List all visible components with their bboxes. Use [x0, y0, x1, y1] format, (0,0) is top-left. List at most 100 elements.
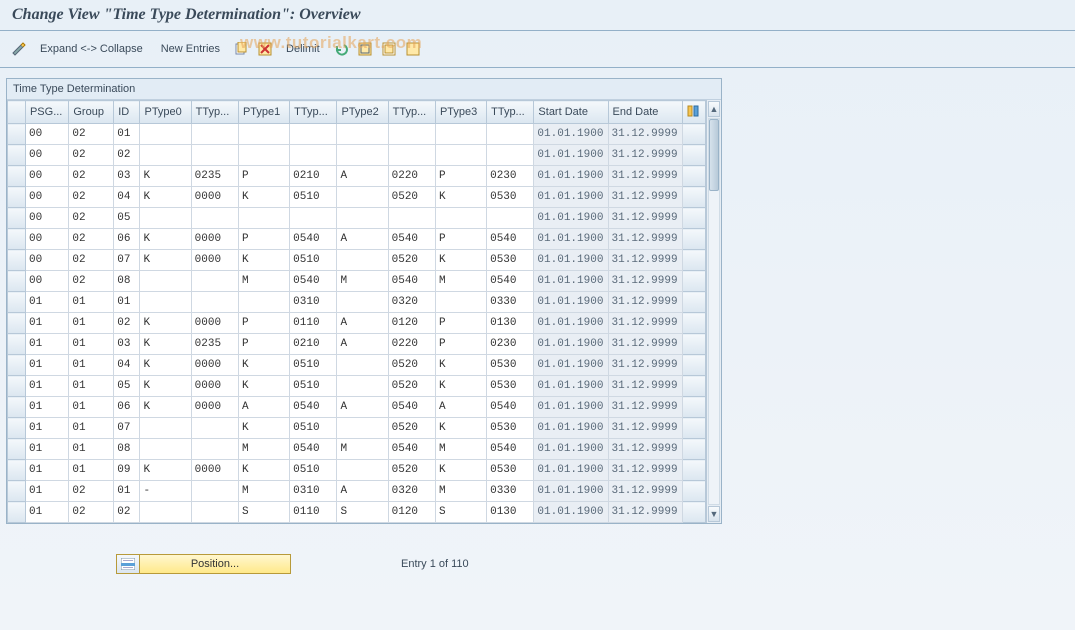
cell-tt1[interactable]: 0540 [290, 397, 337, 418]
cell-pt3[interactable]: K [435, 355, 486, 376]
cell-id[interactable]: 06 [114, 397, 140, 418]
cell-sd[interactable]: 01.01.1900 [534, 187, 608, 208]
cell-ed[interactable]: 31.12.9999 [608, 187, 682, 208]
cell-id[interactable]: 07 [114, 418, 140, 439]
cell-id[interactable]: 03 [114, 166, 140, 187]
cell-tt1[interactable]: 0310 [290, 292, 337, 313]
cell-tt2[interactable]: 0520 [388, 250, 435, 271]
cell-grp[interactable]: 01 [69, 355, 114, 376]
cell-pt2[interactable]: M [337, 439, 388, 460]
cell-pt3[interactable]: S [435, 502, 486, 523]
scroll-track[interactable] [708, 118, 720, 505]
cell-sd[interactable]: 01.01.1900 [534, 376, 608, 397]
table-row[interactable]: 00020501.01.190031.12.9999 [8, 208, 706, 229]
cell-tt0[interactable] [191, 124, 238, 145]
cell-psg[interactable]: 01 [25, 313, 68, 334]
cell-pt3[interactable]: K [435, 418, 486, 439]
cell-sd[interactable]: 01.01.1900 [534, 250, 608, 271]
position-button[interactable]: Position... [116, 554, 291, 574]
cell-tt1[interactable]: 0540 [290, 439, 337, 460]
cell-sd[interactable]: 01.01.1900 [534, 208, 608, 229]
cell-id[interactable]: 01 [114, 481, 140, 502]
row-marker[interactable] [8, 334, 26, 355]
cell-pt2[interactable]: A [337, 166, 388, 187]
table-row[interactable]: 000206K0000P0540A0540P054001.01.190031.1… [8, 229, 706, 250]
cell-tt0[interactable] [191, 271, 238, 292]
cell-ed[interactable]: 31.12.9999 [608, 271, 682, 292]
row-marker[interactable] [8, 376, 26, 397]
cell-psg[interactable]: 00 [25, 250, 68, 271]
cell-pt0[interactable]: - [140, 481, 191, 502]
table-row[interactable]: 010202S0110S0120S013001.01.190031.12.999… [8, 502, 706, 523]
cell-tt1[interactable]: 0510 [290, 460, 337, 481]
cell-pt1[interactable] [238, 208, 289, 229]
scroll-down-icon[interactable]: ▼ [708, 506, 720, 522]
cell-tt0[interactable] [191, 292, 238, 313]
table-row[interactable]: 000204K0000K05100520K053001.01.190031.12… [8, 187, 706, 208]
cell-pt2[interactable] [337, 145, 388, 166]
cell-tt0[interactable]: 0000 [191, 397, 238, 418]
cell-pt3[interactable]: P [435, 166, 486, 187]
cell-pt0[interactable] [140, 145, 191, 166]
cell-psg[interactable]: 01 [25, 397, 68, 418]
cell-tt1[interactable]: 0210 [290, 334, 337, 355]
cell-ed[interactable]: 31.12.9999 [608, 166, 682, 187]
cell-grp[interactable]: 02 [69, 166, 114, 187]
cell-tt0[interactable]: 0235 [191, 166, 238, 187]
table-row[interactable]: 010105K0000K05100520K053001.01.190031.12… [8, 376, 706, 397]
cell-grp[interactable]: 01 [69, 397, 114, 418]
cell-tt1[interactable]: 0540 [290, 271, 337, 292]
cell-pt2[interactable]: S [337, 502, 388, 523]
cell-ed[interactable]: 31.12.9999 [608, 439, 682, 460]
cell-ed[interactable]: 31.12.9999 [608, 481, 682, 502]
cell-psg[interactable]: 01 [25, 292, 68, 313]
delimit-button[interactable]: Delimit [280, 41, 326, 57]
undo-icon[interactable] [332, 40, 350, 58]
cell-grp[interactable]: 02 [69, 145, 114, 166]
cell-pt0[interactable]: K [140, 334, 191, 355]
cell-grp[interactable]: 02 [69, 481, 114, 502]
cell-pt1[interactable]: A [238, 397, 289, 418]
cell-psg[interactable]: 00 [25, 229, 68, 250]
cell-psg[interactable]: 01 [25, 376, 68, 397]
table-row[interactable]: 00020201.01.190031.12.9999 [8, 145, 706, 166]
cell-tt0[interactable]: 0000 [191, 229, 238, 250]
cell-pt1[interactable]: P [238, 313, 289, 334]
cell-tt0[interactable] [191, 418, 238, 439]
cell-tt1[interactable]: 0510 [290, 187, 337, 208]
cell-sd[interactable]: 01.01.1900 [534, 334, 608, 355]
cell-tt2[interactable]: 0520 [388, 460, 435, 481]
cell-pt0[interactable]: K [140, 313, 191, 334]
cell-pt3[interactable]: K [435, 187, 486, 208]
cell-pt1[interactable] [238, 145, 289, 166]
cell-tt1[interactable]: 0110 [290, 313, 337, 334]
cell-tt3[interactable]: 0540 [487, 439, 534, 460]
cell-tt3[interactable]: 0130 [487, 502, 534, 523]
cell-pt0[interactable]: K [140, 250, 191, 271]
row-marker[interactable] [8, 481, 26, 502]
cell-tt3[interactable]: 0330 [487, 292, 534, 313]
cell-id[interactable]: 07 [114, 250, 140, 271]
cell-pt3[interactable] [435, 124, 486, 145]
cell-grp[interactable]: 02 [69, 124, 114, 145]
cell-sd[interactable]: 01.01.1900 [534, 124, 608, 145]
cell-tt1[interactable]: 0510 [290, 418, 337, 439]
row-marker-header[interactable] [8, 101, 26, 124]
cell-id[interactable]: 02 [114, 313, 140, 334]
table-row[interactable]: 01010103100320033001.01.190031.12.9999 [8, 292, 706, 313]
cell-tt1[interactable]: 0510 [290, 376, 337, 397]
cell-pt3[interactable]: K [435, 250, 486, 271]
cell-pt3[interactable]: P [435, 313, 486, 334]
cell-ed[interactable]: 31.12.9999 [608, 229, 682, 250]
col-ttyp3[interactable]: TTyp... [487, 101, 534, 124]
cell-pt2[interactable]: A [337, 397, 388, 418]
cell-grp[interactable]: 01 [69, 418, 114, 439]
cell-sd[interactable]: 01.01.1900 [534, 481, 608, 502]
row-marker[interactable] [8, 208, 26, 229]
cell-grp[interactable]: 02 [69, 229, 114, 250]
cell-sd[interactable]: 01.01.1900 [534, 460, 608, 481]
cell-pt3[interactable]: M [435, 439, 486, 460]
cell-tt3[interactable]: 0540 [487, 397, 534, 418]
cell-pt0[interactable]: K [140, 355, 191, 376]
cell-sd[interactable]: 01.01.1900 [534, 418, 608, 439]
